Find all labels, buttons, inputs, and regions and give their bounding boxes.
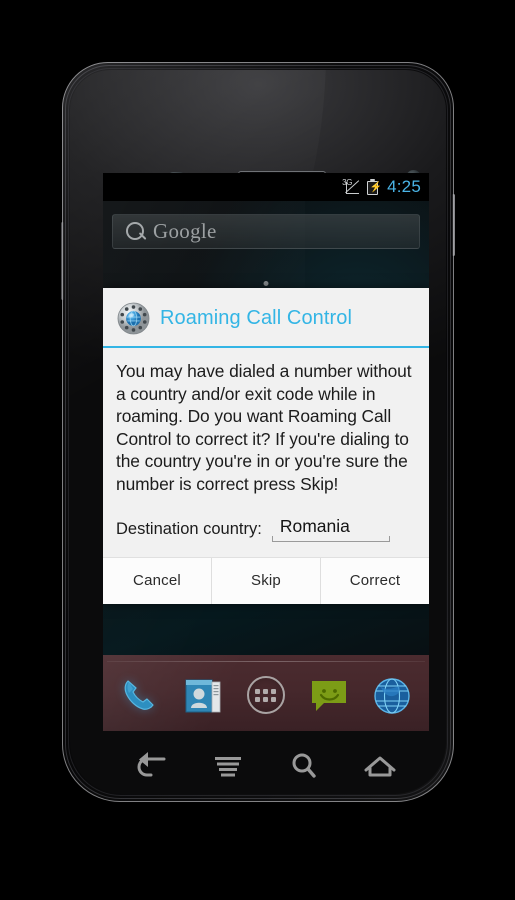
phone-icon <box>124 680 154 710</box>
dock-row <box>103 667 429 723</box>
back-arrow-icon <box>137 752 166 777</box>
screenshot-stage: 3G ⚡ 4:25 Google Roaming Call Control Yo… <box>0 0 515 900</box>
roaming-call-control-icon <box>117 302 150 335</box>
signal-3g-label: 3G <box>342 177 353 187</box>
dialog-button-row: Cancel Skip Correct <box>103 556 429 604</box>
search-widget-label: Google <box>153 219 217 243</box>
menu-icon <box>215 757 241 777</box>
status-bar: 3G ⚡ 4:25 <box>103 173 429 201</box>
volume-button[interactable] <box>61 222 64 300</box>
nav-back-button[interactable] <box>131 749 173 783</box>
contacts-icon <box>185 679 221 713</box>
status-bar-icons: 3G ⚡ 4:25 <box>342 177 421 197</box>
dock-item-browser[interactable] <box>368 671 416 719</box>
search-icon <box>292 753 316 778</box>
dock-item-phone[interactable] <box>116 671 164 719</box>
signal-3g-icon: 3G <box>342 177 362 195</box>
home-icon <box>364 756 396 777</box>
google-search-widget[interactable]: Google <box>112 214 420 249</box>
power-button[interactable] <box>452 194 455 256</box>
skip-button[interactable]: Skip <box>211 557 320 604</box>
message-icon <box>311 681 346 711</box>
phone-screen: 3G ⚡ 4:25 Google Roaming Call Control Yo… <box>103 173 429 731</box>
search-icon <box>122 219 148 245</box>
app-drawer-icon <box>246 676 285 714</box>
correct-button[interactable]: Correct <box>320 557 429 604</box>
nav-search-button[interactable] <box>283 749 325 783</box>
roaming-call-control-dialog: Roaming Call Control You may have dialed… <box>103 288 429 604</box>
destination-country-label: Destination country: <box>116 519 262 538</box>
dock-item-contacts[interactable] <box>179 671 227 719</box>
dock-item-app-drawer[interactable] <box>242 671 290 719</box>
globe-icon <box>373 678 410 714</box>
nav-menu-button[interactable] <box>207 749 249 783</box>
destination-country-value: Romania <box>279 515 350 536</box>
destination-country-spinner[interactable]: Romania <box>271 515 390 542</box>
dialog-title: Roaming Call Control <box>160 307 353 329</box>
dialog-title-row: Roaming Call Control <box>103 288 429 346</box>
cancel-button[interactable]: Cancel <box>103 557 211 604</box>
homescreen: Google Roaming Call Control You may have… <box>103 201 429 731</box>
dock-item-messaging[interactable] <box>305 671 353 719</box>
phone-front-face: 3G ⚡ 4:25 Google Roaming Call Control Yo… <box>70 70 446 794</box>
nav-home-button[interactable] <box>359 749 401 783</box>
phone-device: 3G ⚡ 4:25 Google Roaming Call Control Yo… <box>61 62 455 802</box>
page-indicator-dot <box>263 281 269 286</box>
dock <box>103 655 429 731</box>
navigation-bar <box>90 738 442 794</box>
destination-country-row: Destination country: Romania <box>103 502 429 557</box>
status-bar-clock: 4:25 <box>387 177 421 196</box>
dialog-message: You may have dialed a number without a c… <box>116 361 412 494</box>
spinner-underline <box>271 535 390 542</box>
dialog-body: You may have dialed a number without a c… <box>103 348 429 503</box>
battery-charging-icon: ⚡ <box>367 179 382 195</box>
